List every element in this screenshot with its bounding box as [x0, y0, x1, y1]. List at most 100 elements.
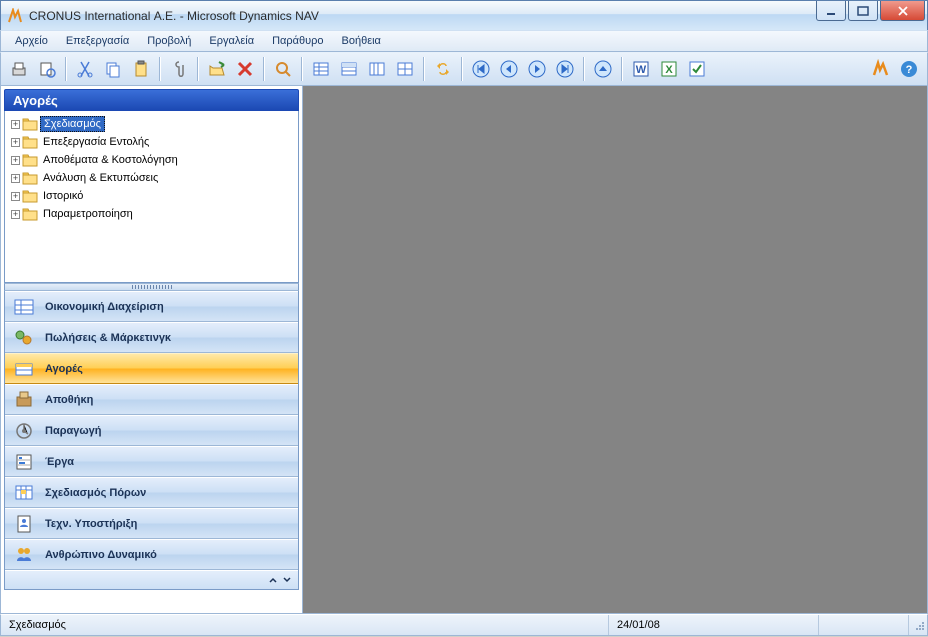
print-icon[interactable]	[7, 57, 31, 81]
paste-icon[interactable]	[129, 57, 153, 81]
tree-item[interactable]: +Ιστορικό	[7, 187, 296, 205]
content-area	[303, 86, 927, 613]
menu-view[interactable]: Προβολή	[139, 33, 199, 49]
first-icon[interactable]	[469, 57, 493, 81]
nav-item-label: Σχεδιασμός Πόρων	[45, 487, 146, 499]
nav-item-icon	[13, 513, 35, 535]
nav-item[interactable]: Έργα	[5, 446, 298, 477]
nav-item[interactable]: Ανθρώπινο Δυναμικό	[5, 539, 298, 570]
print-preview-icon[interactable]	[35, 57, 59, 81]
folder-icon	[22, 154, 38, 167]
title-bar: CRONUS International Α.Ε. - Microsoft Dy…	[0, 0, 928, 30]
folder-icon	[22, 208, 38, 221]
nav-item-label: Τεχν. Υποστήριξη	[45, 518, 137, 530]
folder-icon	[22, 172, 38, 185]
maximize-button[interactable]	[848, 1, 878, 21]
tree-item[interactable]: + Επεξεργασία Εντολής	[7, 133, 296, 151]
expand-icon[interactable]: +	[11, 156, 20, 165]
nav-item[interactable]: Αποθήκη	[5, 384, 298, 415]
svg-text:?: ?	[906, 64, 913, 76]
nav-item-icon	[13, 451, 35, 473]
nav-item-label: Ανθρώπινο Δυναμικό	[45, 549, 157, 561]
menu-tools[interactable]: Εργαλεία	[201, 33, 262, 49]
nav-item[interactable]: Τεχν. Υποστήριξη	[5, 508, 298, 539]
nav-item-label: Οικονομική Διαχείριση	[45, 301, 164, 313]
menu-help[interactable]: Βοήθεια	[334, 33, 389, 49]
menu-file[interactable]: Αρχείο	[7, 33, 56, 49]
find-icon[interactable]	[271, 57, 295, 81]
up-icon[interactable]	[591, 57, 615, 81]
resize-grip[interactable]	[909, 617, 927, 633]
list2-icon[interactable]	[337, 57, 361, 81]
nav-item-label: Πωλήσεις & Μάρκετινγκ	[45, 332, 171, 344]
tree-item[interactable]: + Παραμετροποίηση	[7, 205, 296, 223]
status-date: 24/01/08	[609, 615, 819, 635]
nav-item[interactable]: Πωλήσεις & Μάρκετινγκ	[5, 322, 298, 353]
toolbar-separator	[461, 57, 463, 81]
expand-icon[interactable]: +	[11, 120, 20, 129]
nav-overflow[interactable]	[5, 570, 298, 589]
menu-bar: Αρχείο Επεξεργασία Προβολή Εργαλεία Παρά…	[0, 30, 928, 52]
tree-item-label: Ανάλυση & Εκτυπώσεις	[40, 171, 161, 185]
toolbar-separator	[159, 57, 161, 81]
cut-icon[interactable]	[73, 57, 97, 81]
list-icon[interactable]	[309, 57, 333, 81]
nav-logo-icon[interactable]	[869, 57, 893, 81]
nav-item-icon	[13, 389, 35, 411]
nav-pane-header: Αγορές	[4, 89, 299, 111]
window-title: CRONUS International Α.Ε. - Microsoft Dy…	[29, 9, 319, 23]
excel-icon[interactable]: X	[657, 57, 681, 81]
nav-item-icon	[13, 420, 35, 442]
client-area: Αγορές +Σχεδιασμός+Επεξεργασία Εντολής+Α…	[0, 86, 928, 614]
tree-item[interactable]: + Ανάλυση & Εκτυπώσεις	[7, 169, 296, 187]
delete-icon[interactable]	[233, 57, 257, 81]
tree-item-label: Παραμετροποίηση	[40, 207, 136, 221]
toolbar-separator	[423, 57, 425, 81]
nav-item-label: Αγορές	[45, 363, 83, 375]
toolbar-separator	[65, 57, 67, 81]
svg-text:X: X	[665, 64, 673, 76]
nav-tree[interactable]: + Σχεδιασμός + Επεξεργασία Εντολής +Αποθέματ…	[4, 111, 299, 283]
help-icon[interactable]: ?	[897, 57, 921, 81]
nav-item[interactable]: Παραγωγή	[5, 415, 298, 446]
svg-text:W: W	[636, 64, 647, 76]
chevron-down-icon	[282, 575, 292, 585]
minimize-button[interactable]	[816, 1, 846, 21]
refresh-icon[interactable]	[431, 57, 455, 81]
copy-icon[interactable]	[101, 57, 125, 81]
toolbar-separator	[301, 57, 303, 81]
menu-window[interactable]: Παράθυρο	[264, 33, 331, 49]
check-icon[interactable]	[685, 57, 709, 81]
tree-item[interactable]: + Σχεδιασμός	[7, 115, 296, 133]
nav-item-icon	[13, 482, 35, 504]
open-icon[interactable]	[205, 57, 229, 81]
prev-icon[interactable]	[497, 57, 521, 81]
expand-icon[interactable]: +	[11, 192, 20, 201]
tree-item[interactable]: +Αποθέματα & Κοστολόγηση	[7, 151, 296, 169]
menu-edit[interactable]: Επεξεργασία	[58, 33, 137, 49]
close-button[interactable]	[880, 1, 925, 21]
expand-icon[interactable]: +	[11, 210, 20, 219]
last-icon[interactable]	[553, 57, 577, 81]
attach-icon[interactable]	[167, 57, 191, 81]
tree-item-label: Επεξεργασία Εντολής	[40, 135, 152, 149]
chevron-up-icon	[268, 575, 278, 585]
next-icon[interactable]	[525, 57, 549, 81]
nav-item-icon	[13, 544, 35, 566]
nav-item-label: Έργα	[45, 456, 74, 468]
list4-icon[interactable]	[393, 57, 417, 81]
nav-item[interactable]: Αγορές	[5, 353, 298, 384]
nav-item-icon	[13, 296, 35, 318]
folder-icon	[22, 118, 38, 131]
status-bar: Σχεδιασμός 24/01/08	[0, 614, 928, 636]
nav-item[interactable]: Οικονομική Διαχείριση	[5, 291, 298, 322]
word-icon[interactable]: W	[629, 57, 653, 81]
folder-icon	[22, 136, 38, 149]
nav-stack: Οικονομική Διαχείριση Πωλήσεις & Μάρκετιν…	[4, 291, 299, 590]
nav-item[interactable]: Σχεδιασμός Πόρων	[5, 477, 298, 508]
splitter[interactable]	[4, 283, 299, 291]
expand-icon[interactable]: +	[11, 138, 20, 147]
tree-item-label: Σχεδιασμός	[40, 116, 105, 132]
list3-icon[interactable]	[365, 57, 389, 81]
expand-icon[interactable]: +	[11, 174, 20, 183]
